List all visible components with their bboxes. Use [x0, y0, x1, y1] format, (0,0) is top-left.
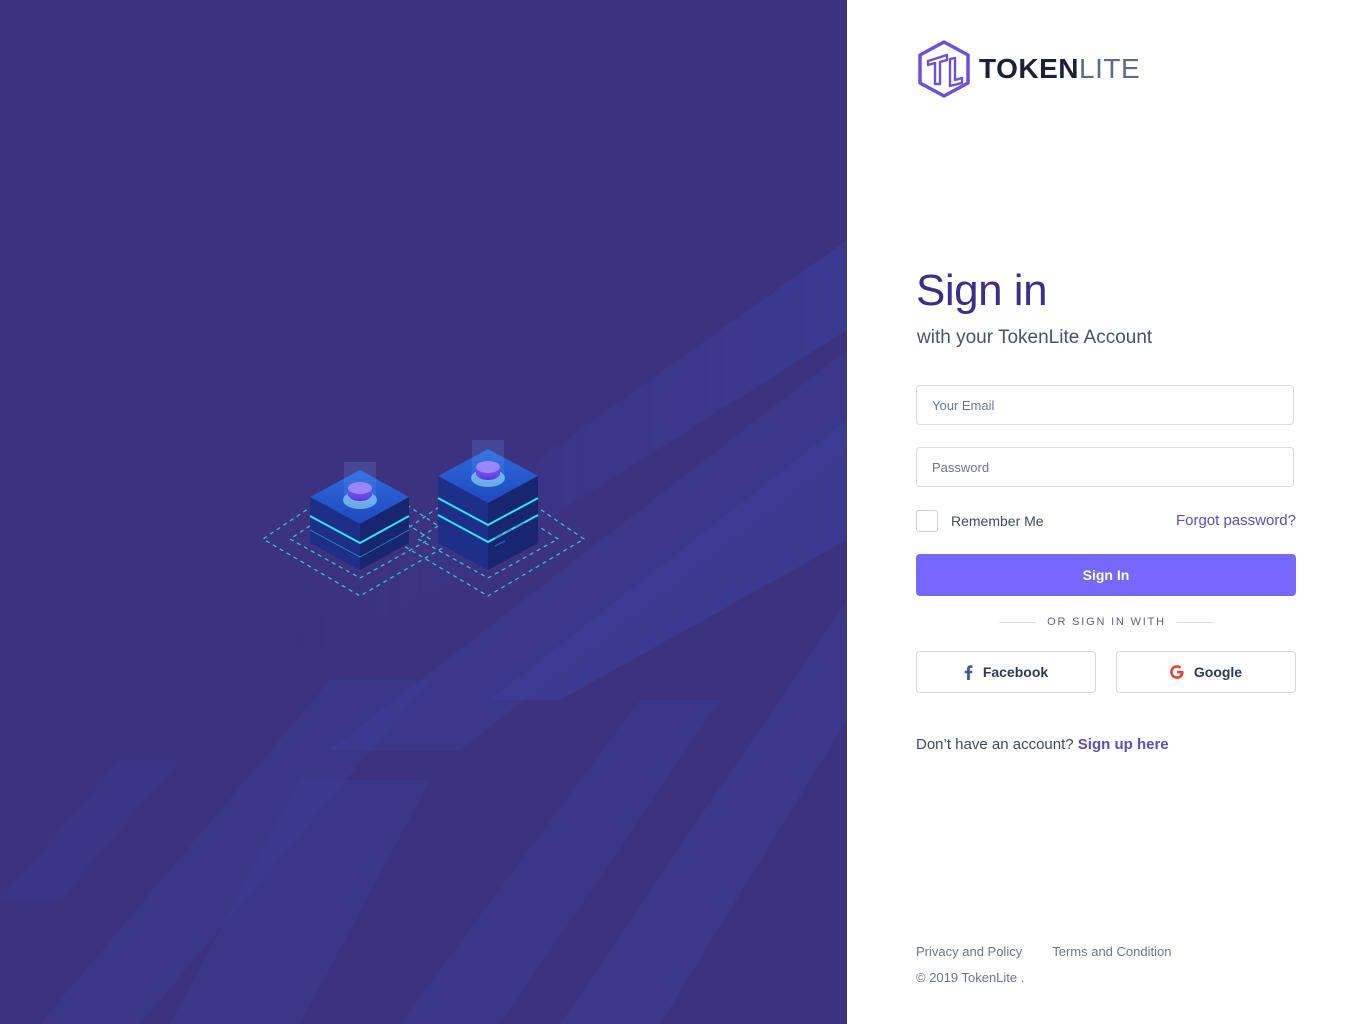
page-subtitle: with your TokenLite Account [917, 327, 1153, 348]
brand-name-light: LITE [1079, 53, 1141, 84]
remember-me-label[interactable]: Remember Me [951, 513, 1044, 529]
brand-logo[interactable]: TOKENLITE [917, 40, 1140, 98]
server-cube-left [309, 462, 410, 570]
email-field[interactable] [916, 385, 1294, 425]
login-page: TOKENLITE Sign in with your TokenLite Ac… [0, 0, 1366, 1024]
divider-line-left [999, 621, 1037, 623]
privacy-policy-link[interactable]: Privacy and Policy [916, 944, 1022, 959]
forgot-password-link[interactable]: Forgot password? [1176, 512, 1296, 529]
google-icon [1169, 665, 1184, 679]
divider-line-right [1176, 621, 1215, 623]
facebook-signin-button[interactable]: Facebook [916, 651, 1096, 693]
tokenlite-logo-icon [918, 40, 970, 98]
signup-prompt-text: Don’t have an account? [916, 736, 1074, 753]
facebook-label: Facebook [982, 664, 1049, 680]
illustration-panel [0, 0, 847, 1024]
brand-name: TOKENLITE [979, 40, 1140, 98]
page-title: Sign in [916, 266, 1048, 315]
copyright-text: © 2019 TokenLite . [916, 970, 1025, 985]
remember-me[interactable]: Remember Me [916, 510, 1044, 532]
remember-me-checkbox[interactable] [916, 510, 938, 532]
footer-links: Privacy and Policy Terms and Condition [916, 944, 1201, 959]
signin-button[interactable]: Sign In [916, 554, 1296, 596]
blockchain-illustration [0, 240, 847, 1024]
terms-link[interactable]: Terms and Condition [1052, 944, 1171, 959]
google-signin-button[interactable]: Google [1116, 651, 1296, 693]
facebook-icon [964, 664, 973, 680]
signup-link[interactable]: Sign up here [1078, 736, 1169, 753]
server-cube-right [437, 440, 539, 570]
signin-panel: TOKENLITE Sign in with your TokenLite Ac… [847, 0, 1366, 1024]
divider-label: OR SIGN IN WITH [1047, 616, 1166, 628]
social-divider: OR SIGN IN WITH [999, 616, 1215, 628]
password-field[interactable] [916, 447, 1294, 487]
google-label: Google [1193, 664, 1243, 680]
brand-name-bold: TOKEN [979, 53, 1079, 84]
signup-prompt: Don’t have an account? Sign up here [916, 736, 1169, 753]
background-stripes [0, 240, 847, 1024]
